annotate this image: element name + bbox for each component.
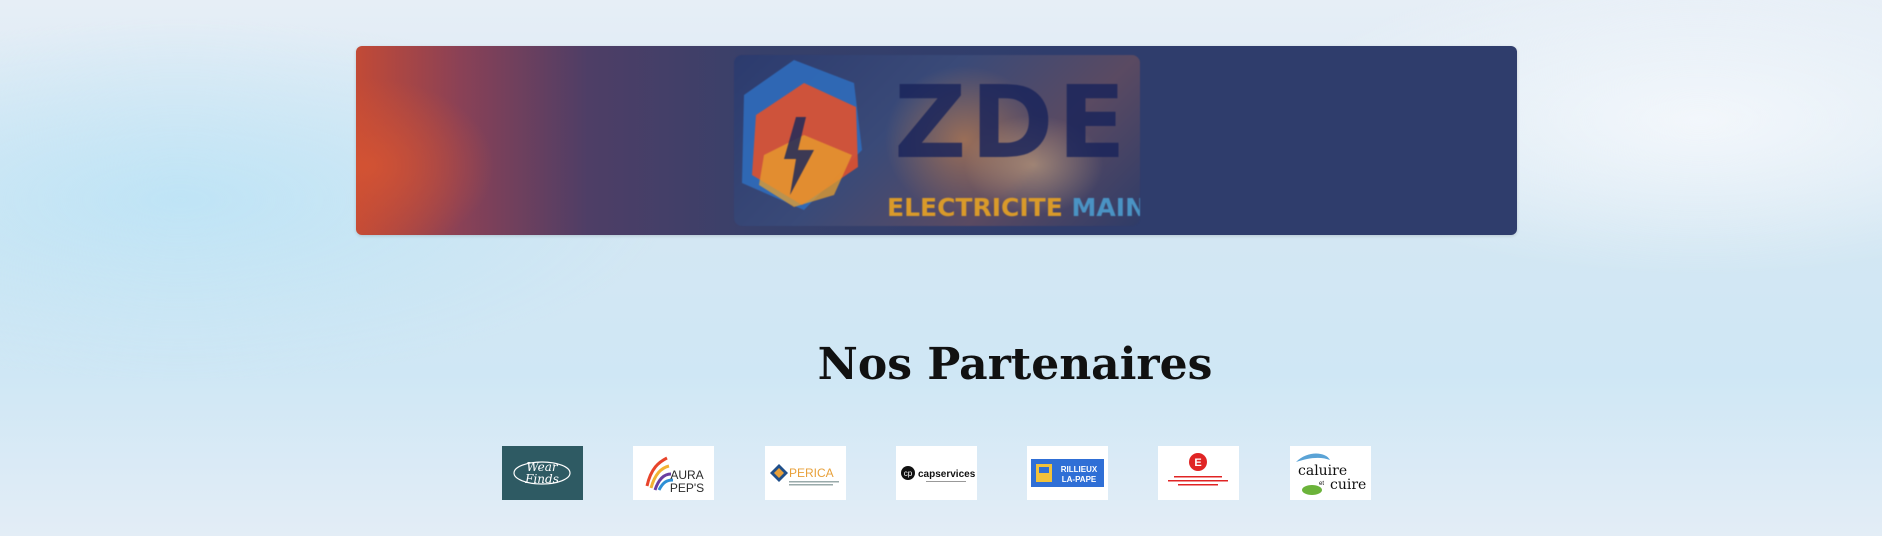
logo-letters: ZDE xyxy=(894,64,1130,181)
svg-text:AURA: AURA xyxy=(670,468,703,482)
partners-title: Nos Partenaires xyxy=(817,339,1213,390)
svg-text:RILLIEUX: RILLIEUX xyxy=(1061,465,1098,474)
svg-text:Finds: Finds xyxy=(524,472,559,486)
logo-tagline: ELECTRICITE MAINT xyxy=(887,193,1140,222)
svg-text:LA-PAPE: LA-PAPE xyxy=(1062,475,1097,484)
partner-logo-aura-peps[interactable]: AURA PEP'S xyxy=(633,446,714,500)
svg-text:cuire: cuire xyxy=(1330,477,1366,493)
hero-logo-image: ZDE ELECTRICITE MAINT xyxy=(734,55,1140,226)
partner-logo-rillieux[interactable]: RILLIEUX LA-PAPE xyxy=(1027,446,1108,500)
svg-text:capservices: capservices xyxy=(918,469,976,480)
svg-text:et: et xyxy=(1319,481,1324,487)
svg-text:PEP'S: PEP'S xyxy=(670,481,704,495)
svg-text:PERICA: PERICA xyxy=(789,466,834,480)
svg-text:cp: cp xyxy=(904,469,913,478)
partner-logo-capservices[interactable]: cp capservices xyxy=(896,446,977,500)
svg-text:E: E xyxy=(1194,457,1201,469)
hero-banner: ZDE ELECTRICITE MAINT xyxy=(356,46,1517,235)
partner-logo-perica[interactable]: PERICA xyxy=(765,446,846,500)
partner-logo-maison-emploi[interactable]: E xyxy=(1158,446,1239,500)
partner-logo-caluire[interactable]: caluire et cuire xyxy=(1290,446,1371,500)
partner-logo-wear-finds[interactable]: Wear Finds xyxy=(502,446,583,500)
banner-glow xyxy=(356,46,536,235)
